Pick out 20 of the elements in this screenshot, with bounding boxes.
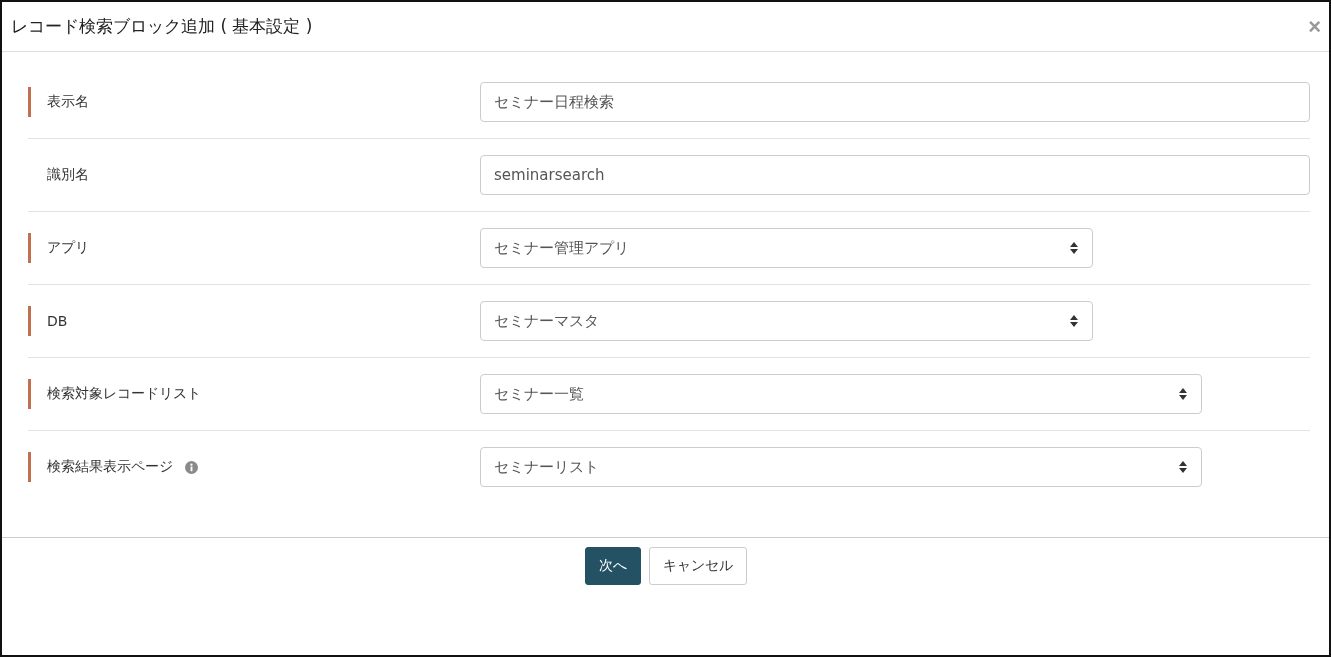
text-field[interactable]: セミナー日程検索 bbox=[480, 82, 1310, 122]
select-field[interactable]: セミナー管理アプリ bbox=[480, 228, 1093, 268]
updown-arrow-icon bbox=[1178, 387, 1188, 401]
dialog-title: レコード検索ブロック追加 ( 基本設定 ) bbox=[11, 15, 313, 38]
field-label: 検索対象レコードリスト bbox=[47, 385, 201, 403]
updown-arrow-icon bbox=[1069, 241, 1079, 255]
select-field[interactable]: セミナーリスト bbox=[480, 447, 1202, 487]
field-label: 表示名 bbox=[47, 93, 89, 111]
updown-arrow-icon bbox=[1178, 460, 1188, 474]
select-field[interactable]: セミナーマスタ bbox=[480, 301, 1093, 341]
select-field[interactable]: セミナー一覧 bbox=[480, 374, 1202, 414]
field-label: DB bbox=[47, 313, 68, 329]
info-icon[interactable] bbox=[185, 460, 198, 474]
field-label: アプリ bbox=[47, 239, 89, 257]
field-label: 識別名 bbox=[47, 166, 89, 184]
cancel-button[interactable]: キャンセル bbox=[648, 547, 747, 585]
updown-arrow-icon bbox=[1069, 314, 1079, 328]
text-field[interactable]: seminarsearch bbox=[480, 155, 1310, 195]
next-button[interactable]: 次へ bbox=[584, 547, 641, 585]
field-label: 検索結果表示ページ bbox=[47, 458, 173, 476]
